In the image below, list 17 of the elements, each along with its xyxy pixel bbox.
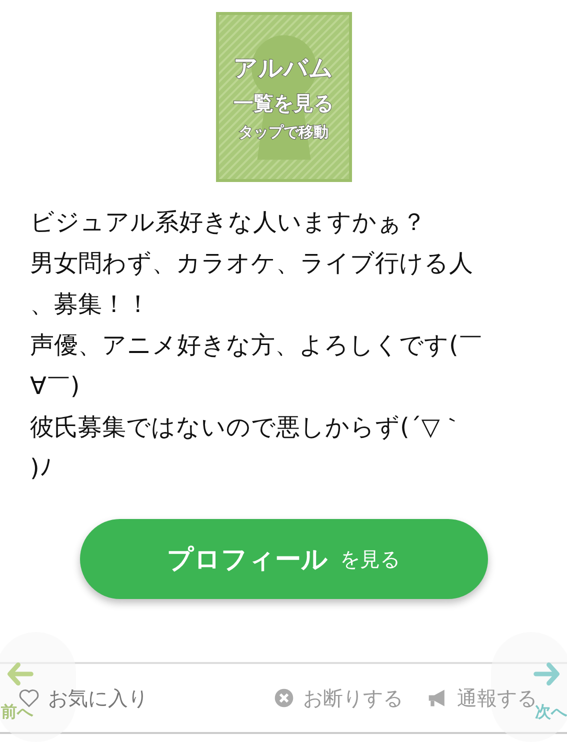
left-arrow-icon [6,662,34,686]
heart-icon [18,687,40,709]
album-title: アルバム [234,53,334,84]
message-line: ビジュアル系好きな人いますかぁ？ [30,207,427,238]
message-line: )ﾉ [30,453,52,484]
close-icon [273,687,295,709]
message-line: 男女問わず、カラオケ、ライブ行ける人 [30,248,474,279]
message-line: 、募集！！ [30,289,151,320]
message-line: ∀￣) [30,371,81,402]
album-thumbnail[interactable]: アルバム 一覧を見る タップで移動 [216,12,352,182]
profile-button[interactable]: プロフィール を見る [80,519,488,599]
decline-button[interactable]: お断りする [273,684,403,712]
right-arrow-icon [533,662,561,686]
message-line: 声優、アニメ好きな方、よろしくです(￣ [30,330,484,361]
album-subtitle: 一覧を見る [234,90,334,117]
album-hint: タップで移動 [238,123,328,142]
message-line: 彼氏募集ではないので悪しからず(´▽｀ [30,412,465,443]
